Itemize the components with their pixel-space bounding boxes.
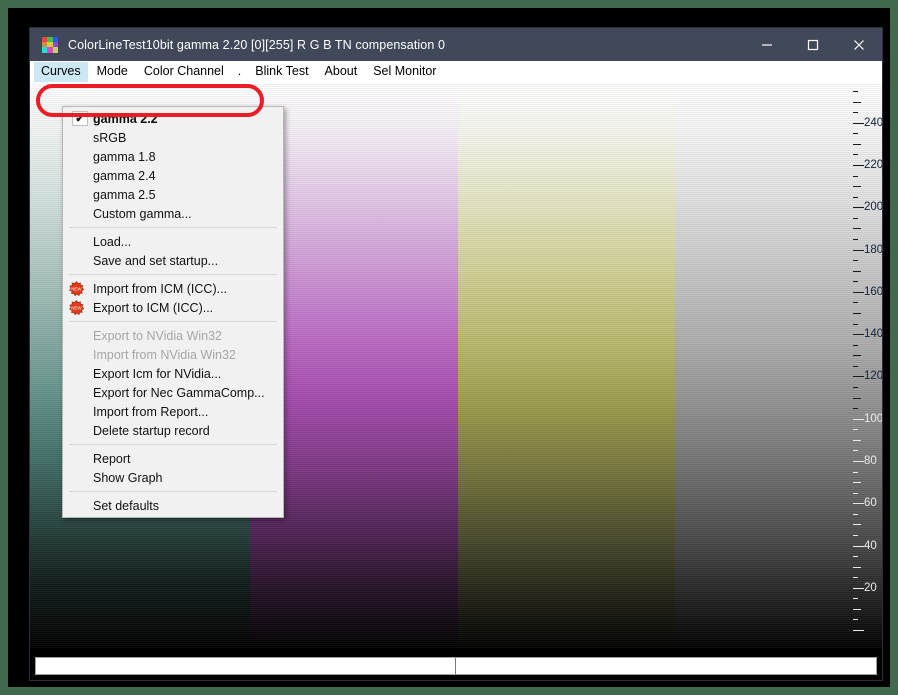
menu-item-label: gamma 2.4 — [93, 168, 156, 183]
menu-item-gamma-1-8[interactable]: gamma 1.8 — [63, 147, 283, 166]
menu-item-label: Export to ICM (ICC)... — [93, 300, 214, 315]
scrollbar-track[interactable] — [456, 658, 876, 674]
svg-text:NEW: NEW — [71, 286, 82, 291]
menu-item-import-from-icm-icc[interactable]: NEW Import from ICM (ICC)... — [63, 279, 283, 298]
menu-item-custom-gamma[interactable]: Custom gamma... — [63, 204, 283, 223]
band-olive — [458, 83, 675, 648]
menu-item-label: Export Icm for NVidia... — [93, 366, 222, 381]
menubar-item-mode[interactable]: Mode — [90, 62, 135, 82]
application-window: ColorLineTest10bit gamma 2.20 [0][255] R… — [30, 28, 882, 680]
curves-dropdown-menu: ✔ gamma 2.2 sRGB gamma 1.8 gamma 2.4 gamma 2.… — [62, 106, 284, 518]
svg-text:NEW: NEW — [71, 305, 82, 310]
menu-separator — [69, 444, 277, 445]
menubar-item-color-channel[interactable]: Color Channel — [137, 62, 231, 82]
menu-item-export-to-nvidia-win32: Export to NVidia Win32 — [63, 326, 283, 345]
menu-item-label: gamma 2.2 — [93, 111, 158, 126]
horizontal-scrollbar[interactable] — [35, 657, 877, 675]
menu-item-gamma-2-2[interactable]: ✔ gamma 2.2 — [63, 109, 283, 128]
menu-item-report[interactable]: Report — [63, 449, 283, 468]
menu-item-label: Save and set startup... — [93, 253, 219, 268]
menu-item-export-icm-for-nvidia[interactable]: Export Icm for NVidia... — [63, 364, 283, 383]
menu-item-import-from-report[interactable]: Import from Report... — [63, 402, 283, 421]
menu-item-label: Load... — [93, 234, 132, 249]
menu-item-export-to-icm-icc[interactable]: NEW Export to ICM (ICC)... — [63, 298, 283, 317]
menu-item-label: Import from Report... — [93, 404, 209, 419]
new-badge-icon: NEW — [69, 281, 85, 297]
color-grid-icon — [42, 36, 58, 53]
menu-item-set-defaults[interactable]: Set defaults — [63, 496, 283, 515]
menu-separator — [69, 274, 277, 275]
menu-item-label: Import from ICM (ICC)... — [93, 281, 228, 296]
menubar-item-blink-test[interactable]: Blink Test — [248, 62, 315, 82]
menu-item-label: Show Graph — [93, 470, 163, 485]
checkmark-icon: ✔ — [72, 111, 88, 126]
menu-item-label: Import from NVidia Win32 — [93, 347, 236, 362]
menu-item-label: Export for Nec GammaComp... — [93, 385, 265, 400]
screenshot-root: ColorLineTest10bit gamma 2.20 [0][255] R… — [0, 0, 898, 695]
menu-item-load[interactable]: Load... — [63, 232, 283, 251]
menu-item-label: Custom gamma... — [93, 206, 192, 221]
menu-separator — [69, 321, 277, 322]
close-button[interactable] — [836, 28, 882, 61]
menu-item-label: gamma 1.8 — [93, 149, 156, 164]
menu-item-show-graph[interactable]: Show Graph — [63, 468, 283, 487]
menu-item-label: gamma 2.5 — [93, 187, 156, 202]
menu-item-gamma-2-5[interactable]: gamma 2.5 — [63, 185, 283, 204]
menubar-item-dot[interactable]: . — [233, 62, 246, 82]
minimize-button[interactable] — [744, 28, 790, 61]
menubar-item-about[interactable]: About — [318, 62, 365, 82]
menu-bar: Curves Mode Color Channel . Blink Test A… — [30, 61, 882, 83]
scrollbar-thumb[interactable] — [36, 658, 456, 674]
menu-item-label: Report — [93, 451, 131, 466]
maximize-button[interactable] — [790, 28, 836, 61]
menubar-item-sel-monitor[interactable]: Sel Monitor — [366, 62, 443, 82]
menu-item-label: Set defaults — [93, 498, 160, 513]
menu-separator — [69, 491, 277, 492]
menu-item-save-and-set-startup[interactable]: Save and set startup... — [63, 251, 283, 270]
menu-separator — [69, 227, 277, 228]
menu-item-export-for-nec-gammacomp[interactable]: Export for Nec GammaComp... — [63, 383, 283, 402]
menubar-item-curves[interactable]: Curves — [34, 62, 88, 82]
title-bar: ColorLineTest10bit gamma 2.20 [0][255] R… — [30, 28, 882, 61]
new-badge-icon: NEW — [69, 300, 85, 316]
menu-item-gamma-2-4[interactable]: gamma 2.4 — [63, 166, 283, 185]
menu-item-import-from-nvidia-win32: Import from NVidia Win32 — [63, 345, 283, 364]
window-title: ColorLineTest10bit gamma 2.20 [0][255] R… — [68, 37, 446, 52]
menu-item-label: sRGB — [93, 130, 127, 145]
bottom-bar — [30, 648, 882, 680]
menu-item-srgb[interactable]: sRGB — [63, 128, 283, 147]
menu-item-label: Export to NVidia Win32 — [93, 328, 222, 343]
menu-item-label: Delete startup record — [93, 423, 210, 438]
band-gray — [675, 83, 882, 648]
menu-item-delete-startup-record[interactable]: Delete startup record — [63, 421, 283, 440]
